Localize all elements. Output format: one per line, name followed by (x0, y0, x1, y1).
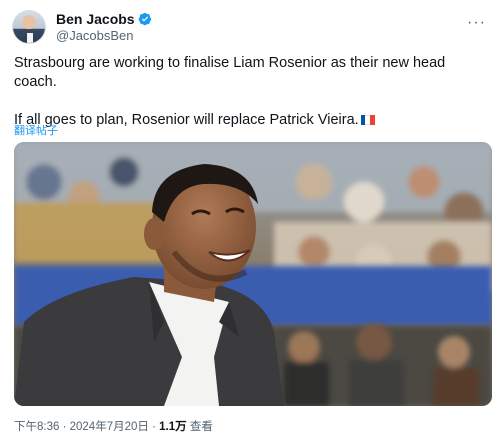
france-flag-icon (360, 112, 375, 125)
footer-separator: · (59, 421, 70, 433)
tweet-date[interactable]: 2024年7月20日 (70, 421, 149, 433)
tweet-line-2: If all goes to plan, Rosenior will repla… (14, 112, 359, 128)
tweet-header: Ben Jacobs @JacobsBen (12, 10, 152, 44)
verified-badge-icon (138, 12, 151, 26)
translate-post-link[interactable]: 翻译帖子 (14, 122, 58, 138)
avatar[interactable] (12, 10, 46, 44)
footer-separator: · (148, 421, 160, 433)
views-count: 1.1万 (159, 421, 187, 433)
author-display-name[interactable]: Ben Jacobs (56, 11, 135, 28)
tweet-photo[interactable] (14, 142, 492, 406)
tweet-text: Strasbourg are working to finalise Liam … (14, 54, 474, 130)
author-handle[interactable]: @JacobsBen (56, 28, 152, 44)
tweet-footer: 下午8:36 · 2024年7月20日 · 1.1万 查看 (14, 418, 213, 434)
tweet-line-1: Strasbourg are working to finalise Liam … (14, 55, 446, 90)
views-label: 查看 (186, 421, 213, 433)
tweet-time[interactable]: 下午8:36 (14, 421, 59, 433)
tweet-line-2-wrap: If all goes to plan, Rosenior will repla… (14, 111, 474, 130)
name-row: Ben Jacobs (56, 11, 152, 28)
coach-smiling-photo (14, 142, 492, 406)
ellipsis-icon[interactable]: ··· (467, 14, 486, 32)
author-names: Ben Jacobs @JacobsBen (56, 11, 152, 44)
